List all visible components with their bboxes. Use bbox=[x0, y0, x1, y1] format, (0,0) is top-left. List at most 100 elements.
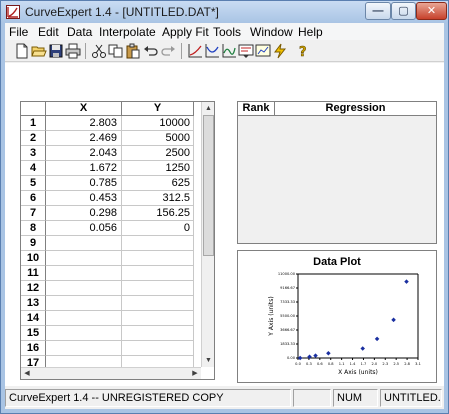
y-cell[interactable]: 1250 bbox=[122, 161, 194, 176]
y-cell[interactable]: 625 bbox=[122, 176, 194, 191]
table-row[interactable]: 2 2.469 5000 bbox=[21, 131, 201, 146]
table-row[interactable]: 1 2.803 10000 bbox=[21, 116, 201, 131]
x-cell[interactable]: 0.453 bbox=[46, 191, 122, 206]
table-row[interactable]: 16 bbox=[21, 341, 201, 356]
table-row[interactable]: 4 1.672 1250 bbox=[21, 161, 201, 176]
x-cell[interactable] bbox=[46, 341, 122, 356]
table-row[interactable]: 12 bbox=[21, 281, 201, 296]
data-point bbox=[297, 355, 303, 361]
table-row[interactable]: 5 0.785 625 bbox=[21, 176, 201, 191]
save-icon[interactable] bbox=[48, 43, 64, 59]
table-row[interactable]: 11 bbox=[21, 266, 201, 281]
x-cell[interactable] bbox=[46, 236, 122, 251]
y-cell[interactable] bbox=[122, 236, 194, 251]
scroll-left-icon[interactable]: ◀ bbox=[21, 368, 33, 379]
redo-icon[interactable] bbox=[160, 43, 176, 59]
curveexpert-logo-icon[interactable] bbox=[6, 5, 20, 19]
x-cell[interactable]: 2.469 bbox=[46, 131, 122, 146]
menu-interpolate[interactable]: Interpolate bbox=[99, 25, 156, 39]
y-cell[interactable]: 10000 bbox=[122, 116, 194, 131]
scrollbar-thumb[interactable] bbox=[203, 115, 214, 256]
data-grid[interactable]: X Y 1 2.803 10000 2 2.469 5000 3 2.043 2500 4 1.67… bbox=[20, 101, 215, 380]
y-cell[interactable] bbox=[122, 251, 194, 266]
y-cell[interactable]: 156.25 bbox=[122, 206, 194, 221]
table-row[interactable]: 13 bbox=[21, 296, 201, 311]
x-cell[interactable] bbox=[46, 266, 122, 281]
minimize-button[interactable]: — bbox=[365, 2, 391, 20]
y-cell[interactable] bbox=[122, 266, 194, 281]
copy-icon[interactable] bbox=[108, 43, 124, 59]
x-cell[interactable] bbox=[46, 281, 122, 296]
info-icon[interactable] bbox=[238, 43, 254, 59]
rank-column-header[interactable]: Rank bbox=[238, 102, 275, 116]
lightning-icon[interactable] bbox=[272, 43, 288, 59]
x-tick-label: 1.4 bbox=[350, 362, 356, 366]
x-tick-label: 2.3 bbox=[382, 362, 388, 366]
y-cell[interactable]: 312.5 bbox=[122, 191, 194, 206]
y-column-header[interactable]: Y bbox=[122, 102, 194, 116]
horizontal-scrollbar[interactable]: ◀ ▶ bbox=[21, 367, 201, 379]
x-cell[interactable]: 0.785 bbox=[46, 176, 122, 191]
table-row[interactable]: 14 bbox=[21, 311, 201, 326]
y-cell[interactable] bbox=[122, 281, 194, 296]
application-window: CurveExpert 1.4 - [UNTITLED.DAT*] — ▢ ✕ … bbox=[0, 0, 449, 414]
table-row[interactable]: 10 bbox=[21, 251, 201, 266]
x-cell[interactable] bbox=[46, 311, 122, 326]
table-row[interactable]: 6 0.453 312.5 bbox=[21, 191, 201, 206]
x-cell[interactable]: 2.043 bbox=[46, 146, 122, 161]
rank-regression-panel[interactable]: Rank Regression bbox=[237, 101, 437, 244]
undo-icon[interactable] bbox=[143, 43, 159, 59]
y-cell[interactable] bbox=[122, 326, 194, 341]
title-bar[interactable]: CurveExpert 1.4 - [UNTITLED.DAT*] — ▢ ✕ bbox=[1, 1, 448, 23]
x-cell[interactable] bbox=[46, 251, 122, 266]
y-cell[interactable]: 0 bbox=[122, 221, 194, 236]
close-button[interactable]: ✕ bbox=[416, 2, 447, 20]
data-plot-chart: 0.0 0.3 0.6 0.8 1.1 1.4 1.7 2.0 2.3 2.5 2.8 3.1 0.00… bbox=[268, 272, 421, 376]
regression-column-header[interactable]: Regression bbox=[275, 102, 436, 116]
y-tick-label: 5500.00 bbox=[280, 314, 296, 318]
status-empty-pane bbox=[293, 389, 331, 407]
menu-window[interactable]: Window bbox=[250, 25, 293, 39]
maximize-button[interactable]: ▢ bbox=[391, 2, 416, 20]
menu-data[interactable]: Data bbox=[67, 25, 92, 39]
scroll-right-icon[interactable]: ▶ bbox=[189, 368, 201, 379]
x-cell[interactable]: 0.298 bbox=[46, 206, 122, 221]
y-cell[interactable]: 2500 bbox=[122, 146, 194, 161]
x-column-header[interactable]: X bbox=[46, 102, 122, 116]
table-row[interactable]: 8 0.056 0 bbox=[21, 221, 201, 236]
vertical-scrollbar[interactable]: ▲ ▼ bbox=[201, 102, 214, 367]
table-row[interactable]: 7 0.298 156.25 bbox=[21, 206, 201, 221]
curve-finder-icon[interactable] bbox=[187, 43, 203, 59]
menu-help[interactable]: Help bbox=[298, 25, 323, 39]
open-icon[interactable] bbox=[31, 43, 47, 59]
x-cell[interactable]: 2.803 bbox=[46, 116, 122, 131]
y-cell[interactable] bbox=[122, 341, 194, 356]
window-title: CurveExpert 1.4 - [UNTITLED.DAT*] bbox=[25, 5, 219, 19]
table-row[interactable]: 3 2.043 2500 bbox=[21, 146, 201, 161]
table-row[interactable]: 9 bbox=[21, 236, 201, 251]
x-cell[interactable] bbox=[46, 296, 122, 311]
menu-edit[interactable]: Edit bbox=[38, 25, 59, 39]
spline-icon[interactable] bbox=[221, 43, 237, 59]
y-cell[interactable]: 5000 bbox=[122, 131, 194, 146]
paste-icon[interactable] bbox=[125, 43, 141, 59]
polynomial-fit-icon[interactable] bbox=[204, 43, 220, 59]
menu-file[interactable]: File bbox=[9, 25, 28, 39]
x-cell[interactable]: 1.672 bbox=[46, 161, 122, 176]
scroll-up-icon[interactable]: ▲ bbox=[202, 102, 214, 115]
menu-tools[interactable]: Tools bbox=[213, 25, 241, 39]
table-row[interactable]: 15 bbox=[21, 326, 201, 341]
y-cell[interactable] bbox=[122, 311, 194, 326]
new-icon[interactable] bbox=[14, 43, 30, 59]
help-icon[interactable]: ? bbox=[295, 43, 311, 59]
menu-apply-fit[interactable]: Apply Fit bbox=[162, 25, 209, 39]
y-cell[interactable] bbox=[122, 296, 194, 311]
cut-icon[interactable] bbox=[91, 43, 107, 59]
data-point bbox=[326, 350, 331, 356]
scroll-down-icon[interactable]: ▼ bbox=[202, 354, 214, 367]
x-cell[interactable] bbox=[46, 326, 122, 341]
data-plot-panel[interactable]: 0.0 0.3 0.6 0.8 1.1 1.4 1.7 2.0 2.3 2.5 2.8 3.1 0.00… bbox=[237, 250, 437, 383]
chart-icon[interactable] bbox=[255, 43, 271, 59]
print-icon[interactable] bbox=[65, 43, 81, 59]
x-cell[interactable]: 0.056 bbox=[46, 221, 122, 236]
